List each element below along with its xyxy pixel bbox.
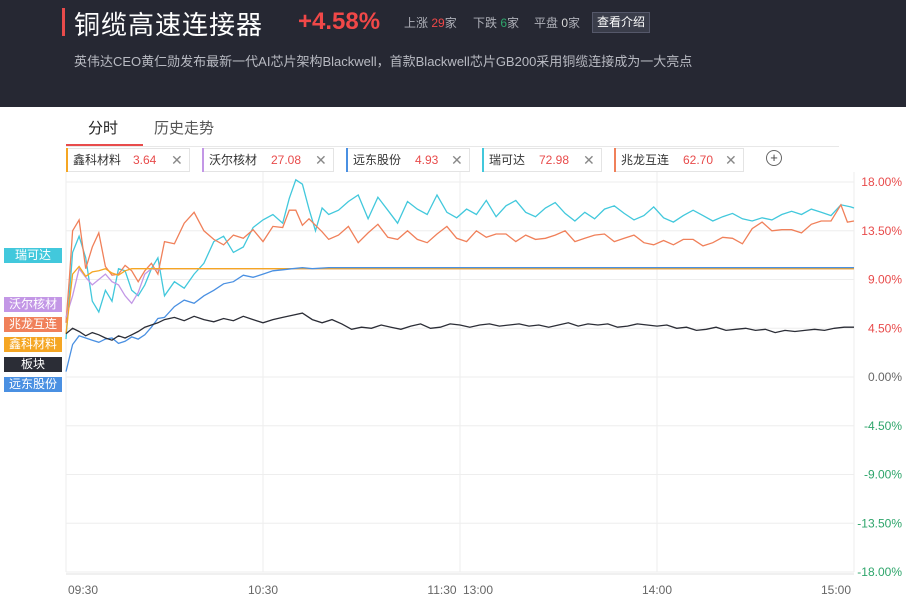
legend-item-ruikeda[interactable]: 瑞可达 72.98 ✕: [482, 148, 602, 172]
x-tick-label: 15:00: [821, 583, 851, 597]
header: 铜缆高速连接器 +4.58% 上涨 29家 下跌 6家 平盘 0家 查看介绍 英…: [0, 0, 906, 107]
view-intro-button[interactable]: 查看介绍: [592, 12, 651, 33]
tab-divider: [66, 146, 839, 147]
page-title: 铜缆高速连接器: [74, 10, 264, 40]
change-percent: +4.58%: [298, 8, 381, 35]
side-label-yuandong: 远东股份: [4, 377, 62, 392]
flat-unit: 家: [568, 16, 581, 30]
side-label-sector: 板块: [4, 357, 62, 372]
side-label-xinke: 鑫科材料: [4, 337, 62, 352]
x-tick-label: 09:30: [68, 583, 98, 597]
series-line-鑫科材料: [65, 265, 854, 334]
legend-item-yuandong[interactable]: 远东股份 4.93 ✕: [346, 148, 470, 172]
tab-intraday[interactable]: 分时: [88, 117, 118, 147]
legend-item-woer[interactable]: 沃尔核材 27.08 ✕: [202, 148, 334, 172]
legend-name: 远东股份: [353, 153, 402, 167]
close-icon[interactable]: ✕: [725, 149, 737, 171]
y-tick-label: -13.50%: [857, 516, 902, 530]
x-tick-label: 13:00: [463, 583, 493, 597]
x-tick-label: 10:30: [248, 583, 278, 597]
legend-name: 鑫科材料: [73, 153, 122, 167]
legend-value: 3.64: [133, 153, 157, 167]
y-tick-label: 9.00%: [868, 273, 902, 287]
series-line-远东股份: [65, 266, 854, 372]
series-line-兆龙互连: [65, 203, 855, 323]
up-unit: 家: [444, 16, 457, 30]
flat-stat: 平盘 0家: [534, 14, 580, 31]
down-stat: 下跌 6家: [473, 14, 519, 31]
y-tick-label: 0.00%: [868, 370, 902, 384]
side-label-ruikeda: 瑞可达: [4, 248, 62, 263]
tab-history[interactable]: 历史走势: [154, 117, 214, 147]
legend-color-bar: [202, 148, 204, 172]
close-icon[interactable]: ✕: [451, 149, 463, 171]
close-icon[interactable]: ✕: [315, 149, 327, 171]
legend-value: 72.98: [539, 153, 570, 167]
legend-value: 4.93: [415, 153, 439, 167]
down-label: 下跌: [473, 16, 498, 30]
close-icon[interactable]: ✕: [583, 149, 595, 171]
legend-value: 27.08: [271, 153, 302, 167]
x-tick-label: 14:00: [642, 583, 672, 597]
legend-color-bar: [346, 148, 348, 172]
up-label: 上涨: [404, 16, 429, 30]
legend-item-zhaolong[interactable]: 兆龙互连 62.70 ✕: [614, 148, 744, 172]
close-icon[interactable]: ✕: [171, 149, 183, 171]
y-tick-label: 18.00%: [861, 175, 902, 189]
legend-item-xinke[interactable]: 鑫科材料 3.64 ✕: [66, 148, 190, 172]
legend-color-bar: [614, 148, 616, 172]
legend-name: 沃尔核材: [209, 153, 258, 167]
side-label-zhaolong: 兆龙互连: [4, 317, 62, 332]
legend-name: 瑞可达: [489, 153, 526, 167]
up-count: 29: [431, 16, 445, 30]
flat-label: 平盘: [534, 16, 559, 30]
down-unit: 家: [507, 16, 520, 30]
legend-value: 62.70: [683, 153, 714, 167]
series-line-瑞可达: [65, 178, 855, 340]
y-tick-label: 13.50%: [861, 224, 902, 238]
side-label-woer: 沃尔核材: [4, 297, 62, 312]
y-tick-label: -18.00%: [857, 565, 902, 579]
x-tick-label: 11:30: [427, 583, 456, 597]
y-tick-label: -9.00%: [864, 468, 902, 482]
legend-color-bar: [482, 148, 484, 172]
legend-name: 兆龙互连: [621, 153, 670, 167]
y-tick-label: 4.50%: [868, 321, 902, 335]
active-tab-indicator: [66, 144, 143, 146]
legend-color-bar: [66, 148, 68, 172]
y-tick-label: -4.50%: [864, 419, 902, 433]
theme-description: 英伟达CEO黄仁勋发布最新一代AI芯片架构Blackwell，首款Blackwe…: [74, 54, 693, 69]
tab-bar: 分时 历史走势: [66, 112, 906, 148]
series-line-沃尔核材: [65, 267, 854, 318]
plus-circle-icon[interactable]: +: [766, 150, 782, 166]
accent-bar: [62, 8, 65, 36]
up-stat: 上涨 29家: [404, 14, 457, 31]
series-line-板块: [65, 312, 854, 341]
